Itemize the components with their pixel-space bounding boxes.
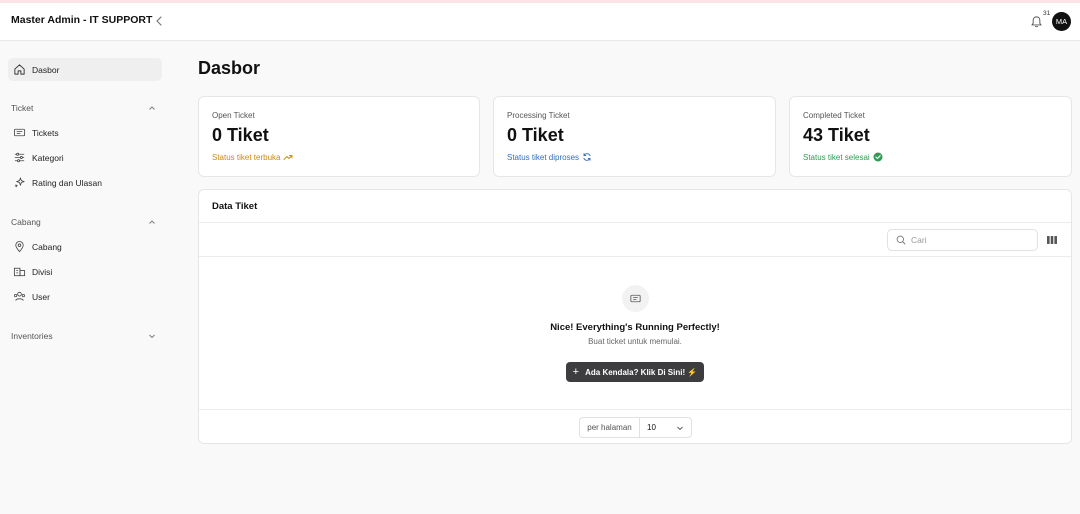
columns-icon[interactable] (1046, 234, 1058, 246)
sidebar-group-cabang[interactable]: Cabang (11, 215, 156, 229)
per-page-control: per halaman 10 (579, 417, 692, 438)
chevron-up-icon (149, 220, 155, 224)
users-icon (14, 291, 25, 301)
sliders-icon (14, 152, 25, 163)
location-pin-icon (15, 241, 24, 253)
divider (199, 222, 1071, 223)
refresh-icon (583, 153, 591, 161)
sidebar-item-divisi[interactable]: Divisi (8, 260, 162, 283)
empty-state-title: Nice! Everything's Running Perfectly! (550, 322, 720, 333)
avatar[interactable]: MA (1052, 12, 1071, 31)
stat-status-text: Status tiket selesai (803, 152, 870, 162)
search-placeholder: Cari (911, 235, 927, 245)
home-icon (14, 64, 25, 75)
page-title: Dasbor (198, 58, 261, 78)
per-page-select[interactable]: 10 (640, 418, 691, 437)
sidebar-item-label: Tickets (32, 127, 59, 138)
sidebar-item-label: Cabang (32, 241, 62, 252)
top-bar: Master Admin - IT SUPPORT 31 MA (0, 3, 1080, 41)
stat-label: Completed Ticket (803, 111, 865, 120)
empty-state-badge (622, 285, 649, 312)
sidebar: Dasbor Ticket Tickets Kategori Rating da… (0, 42, 175, 514)
divider (199, 409, 1071, 410)
search-input[interactable]: Cari (887, 229, 1038, 251)
stat-label: Open Ticket (212, 111, 255, 120)
divider (199, 256, 1071, 257)
sidebar-group-label: Cabang (11, 217, 41, 227)
stat-status: Status tiket diproses (507, 152, 592, 162)
sidebar-item-label: Divisi (32, 266, 53, 277)
chevron-down-icon (677, 426, 683, 430)
stat-status: Status tiket terbuka (212, 152, 293, 162)
plus-icon: + (572, 366, 580, 378)
stat-status: Status tiket selesai (803, 152, 883, 162)
data-table-card: Data Tiket Cari Nice! Everything's Runni… (198, 189, 1072, 444)
check-circle-icon (873, 152, 883, 162)
report-issue-button[interactable]: + Ada Kendala? Klik Di Sini! ⚡ (566, 362, 704, 382)
stat-label: Processing Ticket (507, 111, 570, 120)
chevron-up-icon (149, 106, 155, 110)
sidebar-item-label: Rating dan Ulasan (32, 177, 102, 188)
bell-icon[interactable] (1030, 15, 1043, 29)
sidebar-item-cabang[interactable]: Cabang (8, 235, 162, 258)
sidebar-item-kategori[interactable]: Kategori (8, 146, 162, 169)
report-issue-label: Ada Kendala? Klik Di Sini! ⚡ (585, 367, 698, 377)
sidebar-item-dasbor[interactable]: Dasbor (8, 58, 162, 81)
sidebar-group-label: Ticket (11, 103, 34, 113)
app-title: Master Admin - IT SUPPORT (11, 14, 153, 26)
stat-value: 0 Tiket (507, 125, 564, 145)
stat-status-text: Status tiket terbuka (212, 152, 281, 162)
stat-value: 0 Tiket (212, 125, 269, 145)
empty-state-subtitle: Buat ticket untuk memulai. (588, 337, 682, 346)
table-title: Data Tiket (212, 201, 258, 212)
collapse-sidebar-icon[interactable] (153, 15, 165, 27)
ticket-icon (630, 294, 641, 303)
sidebar-group-ticket[interactable]: Ticket (11, 101, 156, 115)
stat-value: 43 Tiket (803, 125, 870, 145)
sidebar-group-inventories[interactable]: Inventories (11, 329, 156, 343)
ticket-icon (13, 128, 26, 137)
per-page-value: 10 (647, 423, 656, 432)
stat-status-text: Status tiket diproses (507, 152, 580, 162)
notification-count: 31 (1043, 10, 1051, 17)
sidebar-item-label: User (32, 291, 50, 302)
sidebar-item-rating[interactable]: Rating dan Ulasan (8, 171, 162, 194)
trending-up-icon (284, 155, 293, 160)
stat-card-processing: Processing Ticket 0 Tiket Status tiket d… (493, 96, 776, 177)
sidebar-item-label: Dasbor (32, 64, 60, 75)
chevron-down-icon (149, 334, 155, 339)
sidebar-item-user[interactable]: User (8, 285, 162, 308)
per-page-label: per halaman (580, 418, 640, 437)
sparkles-icon (14, 177, 25, 188)
stat-card-completed: Completed Ticket 43 Tiket Status tiket s… (789, 96, 1072, 177)
sidebar-item-label: Kategori (32, 152, 64, 163)
search-icon (896, 235, 906, 245)
stat-card-open: Open Ticket 0 Tiket Status tiket terbuka (198, 96, 480, 177)
sidebar-item-tickets[interactable]: Tickets (8, 121, 162, 144)
building-icon (13, 267, 26, 277)
sidebar-group-label: Inventories (11, 331, 53, 341)
